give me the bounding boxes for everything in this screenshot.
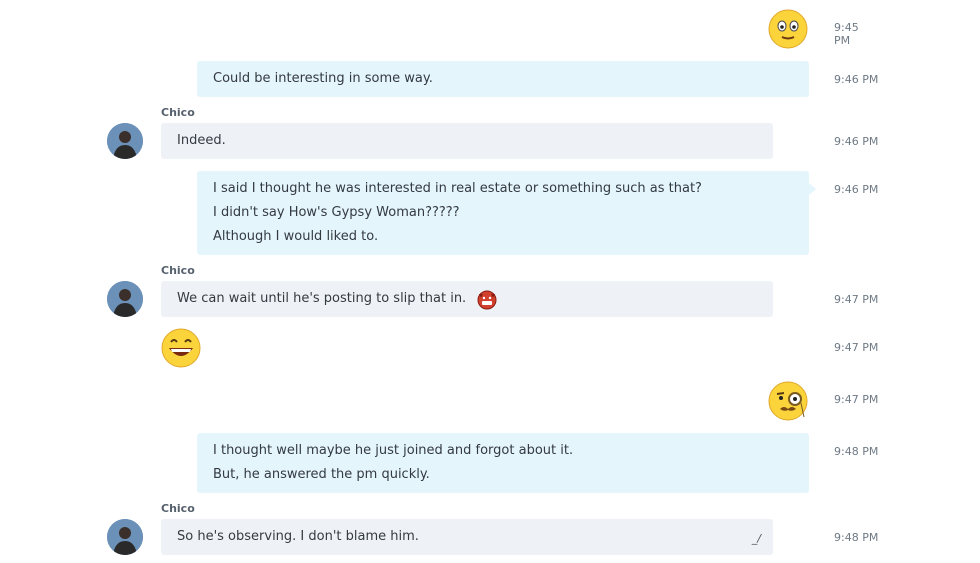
person-avatar-icon [107,519,143,555]
timestamp: 9:48 PM [834,531,879,544]
timestamp: 9:47 PM [834,293,879,306]
message-text: We can wait until he's posting to slip t… [177,291,467,306]
message-line: We can wait until he's posting to slip t… [161,287,773,311]
avatar[interactable] [107,281,143,317]
message-bubble-incoming[interactable]: We can wait until he's posting to slip t… [161,281,773,317]
timestamp: 9:45 PM [834,21,859,47]
sender-name: Chico [161,106,195,119]
message-bubble-incoming[interactable]: Indeed. [161,123,773,159]
laugh-emoji-icon [161,328,201,368]
avatar[interactable] [107,519,143,555]
message-bubble-outgoing[interactable]: Could be interesting in some way. [197,61,809,97]
edit-pencil-icon[interactable]: _/ [752,527,761,551]
message-text: I said I thought he was interested in re… [213,181,702,196]
timestamp: 9:46 PM [834,183,879,196]
timestamp: 9:47 PM [834,393,879,406]
person-avatar-icon [107,281,143,317]
person-avatar-icon [107,123,143,159]
message-bubble-outgoing[interactable]: I thought well maybe he just joined and … [197,433,809,493]
smile-emoji-icon [768,9,808,49]
message-text: Indeed. [177,133,226,148]
timestamp: 9:47 PM [834,341,879,354]
timestamp: 9:46 PM [834,73,879,86]
sender-name: Chico [161,502,195,515]
timestamp: 9:46 PM [834,135,879,148]
monocle-emoji-icon [768,381,808,421]
message-text: Could be interesting in some way. [213,71,433,86]
sender-name: Chico [161,264,195,277]
timestamp: 9:48 PM [834,445,879,458]
message-bubble-incoming[interactable]: So he's observing. I don't blame him. _/ [161,519,773,555]
message-text: I thought well maybe he just joined and … [213,443,574,458]
bubble-tail [809,183,816,195]
devil-emoji-icon [477,290,497,309]
message-text: But, he answered the pm quickly. [213,467,430,482]
message-text: I didn't say How's Gypsy Woman????? [213,205,460,220]
avatar[interactable] [107,123,143,159]
message-bubble-outgoing[interactable]: I said I thought he was interested in re… [197,171,809,255]
message-text: So he's observing. I don't blame him. [177,529,419,544]
message-text: Although I would liked to. [213,229,379,244]
